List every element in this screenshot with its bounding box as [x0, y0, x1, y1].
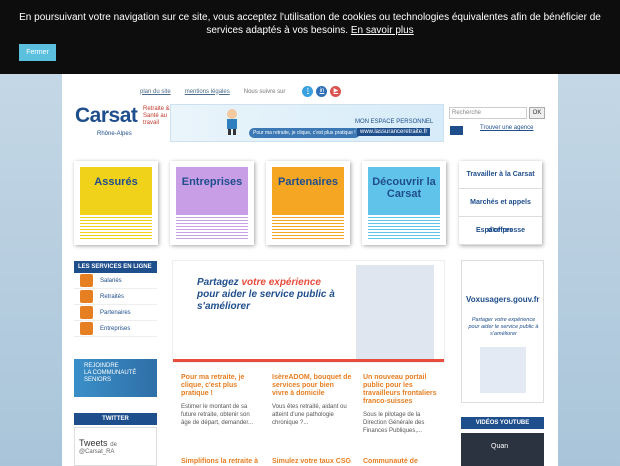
follow-label: Nous suivre sur: [243, 88, 286, 95]
cookie-banner: En poursuivant votre navigation sur ce s…: [0, 0, 620, 74]
twitter-widget[interactable]: Tweets de @Carsat_RA: [74, 427, 157, 466]
side-links: Travailler à la Carsat Marchés et appels…: [459, 161, 542, 245]
tile-label: Partenaires: [272, 167, 344, 215]
link-presse[interactable]: Espace presse: [459, 217, 542, 245]
hero-text: Partagez votre expérience pour aider le s…: [197, 277, 335, 312]
youtube-icon[interactable]: ▶: [330, 86, 342, 97]
tile-label: Assurés: [80, 167, 152, 215]
carsat-logo[interactable]: Carsat Retraite & Santé au travail Rhône…: [75, 104, 170, 137]
cookie-more-link[interactable]: En savoir plus: [351, 25, 414, 36]
services-title: LES SERVICES EN LIGNE: [74, 261, 157, 273]
twitter-title: TWITTER: [74, 413, 157, 425]
tile-entreprises[interactable]: Entreprises: [170, 161, 254, 245]
link-marches[interactable]: Marchés et appels d'offres: [459, 189, 542, 234]
building-illustration: [356, 265, 434, 359]
service-entreprises[interactable]: Entreprises: [74, 321, 157, 337]
logo-brand: Carsat: [75, 104, 138, 127]
search-button[interactable]: OK: [529, 107, 545, 119]
news-item-title[interactable]: Simulez votre taux CSG: [272, 458, 352, 465]
sitemap-link[interactable]: plan du site: [140, 89, 171, 95]
news-item-title[interactable]: Simplifions la retraite à: [181, 458, 261, 465]
person-icon: [80, 290, 93, 303]
vox-logo: Voxusagers.gouv.fr: [466, 295, 540, 304]
person-icon: [80, 274, 93, 287]
person-icon: [80, 322, 93, 335]
legal-link[interactable]: mentions légales: [185, 89, 230, 95]
banner-slogan: Pour ma retraite, je clique, c'est plus …: [249, 128, 360, 138]
news-item[interactable]: Pour ma retraite, je clique, c'est plus …: [181, 374, 261, 427]
rejoin-line2: LA COMMUNAUTÉ: [84, 370, 137, 376]
banner-url: www.lassuranceretraite.fr: [357, 128, 431, 136]
video-label: Quan: [491, 443, 509, 450]
tweets-label: Tweets: [79, 438, 108, 448]
cookie-close-button[interactable]: Fermer: [19, 44, 56, 61]
rejoin-line3: SENIORS: [84, 377, 112, 383]
tile-partenaires[interactable]: Partenaires: [266, 161, 350, 245]
child-illustration: [225, 109, 239, 135]
cookie-text: En poursuivant votre navigation sur ce s…: [19, 12, 601, 36]
rejoin-line1: REJOINDRE: [84, 363, 119, 369]
hero-banner[interactable]: Partagez votre expérience pour aider le s…: [172, 260, 445, 363]
service-retraites[interactable]: Retraités: [74, 289, 157, 305]
tile-assures[interactable]: Assurés: [74, 161, 158, 245]
twitter-handle[interactable]: @Carsat_RA: [79, 449, 152, 455]
tweets-by: de: [110, 442, 117, 448]
video-title: VIDÉOS YOUTUBE: [461, 417, 544, 429]
search-input[interactable]: Recherche: [449, 107, 527, 119]
retraite-banner[interactable]: Pour ma retraite, je clique, c'est plus …: [170, 104, 444, 142]
tile-label: Découvrir la Carsat: [368, 167, 440, 215]
banner-space: MON ESPACE PERSONNEL: [355, 119, 434, 125]
news-item[interactable]: Un nouveau portail public pour les trava…: [363, 374, 443, 435]
seniors-community-banner[interactable]: REJOINDRE LA COMMUNAUTÉ SENIORS: [74, 359, 157, 397]
logo-region: Rhône-Alpes: [97, 131, 132, 137]
utility-links: plan du site mentions légales Nous suivr…: [140, 86, 342, 97]
online-services: LES SERVICES EN LIGNE Salariés Retraités…: [74, 261, 157, 337]
twitter-icon[interactable]: t: [302, 86, 314, 97]
person-icon: [80, 306, 93, 319]
tile-decouvrir[interactable]: Découvrir la Carsat: [362, 161, 446, 245]
news-item[interactable]: IsèreADOM, bouquet de services pour bien…: [272, 374, 352, 427]
service-partenaires[interactable]: Partenaires: [74, 305, 157, 321]
vox-text: Partager votre expérience pour aider le …: [468, 317, 539, 337]
tile-label: Entreprises: [176, 167, 248, 215]
linkedin-icon[interactable]: in: [316, 86, 328, 97]
find-agency-link[interactable]: Trouver une agence: [480, 125, 533, 131]
news-item-title[interactable]: Communauté de: [363, 458, 443, 465]
voxusagers-banner[interactable]: Voxusagers.gouv.fr Partager votre expéri…: [461, 260, 544, 403]
youtube-player[interactable]: Quan: [461, 433, 544, 466]
vox-illustration: [480, 347, 526, 393]
link-travailler[interactable]: Travailler à la Carsat: [459, 161, 542, 189]
service-salaries[interactable]: Salariés: [74, 273, 157, 289]
mail-icon[interactable]: [450, 126, 463, 135]
